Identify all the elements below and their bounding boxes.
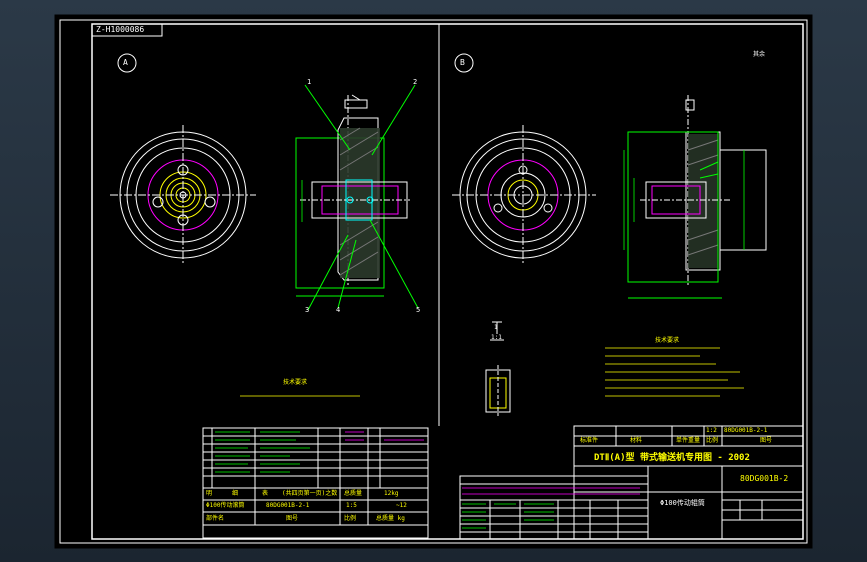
view-a-label: A: [123, 58, 128, 67]
tech-req-b-title: 技术要求: [655, 337, 680, 344]
drawing-number: 80DG001B-2: [740, 474, 789, 483]
callout-4: 4: [336, 306, 341, 314]
row-label-2: 单件重量: [676, 437, 701, 444]
row-label-4: 图号: [760, 437, 773, 444]
drawing-code-label: Z-H1000086: [96, 25, 145, 34]
roughness-note: 其余: [753, 51, 766, 58]
lt-header-0: 明: [206, 490, 213, 497]
code-cell: 80DG001B-2-1: [724, 427, 768, 434]
callout-1: 1: [307, 78, 312, 86]
row-label-3: 比例: [706, 437, 719, 444]
lt-header-4: 总质量: [344, 490, 363, 497]
lt-header-2: 表: [262, 490, 269, 497]
product-title: DTⅡ(A)型 带式输送机专用图 - 2002: [594, 453, 750, 463]
section-num: 1: [494, 324, 498, 331]
tech-note-a: 技术要求: [283, 379, 308, 386]
lt-footer-1: 图号: [286, 515, 299, 522]
lt-code: 80DG001B-2-1: [266, 502, 310, 509]
lt-header-5: 12kg: [384, 490, 399, 497]
part-name: Φ100传动辊筒: [660, 499, 705, 507]
scale-cell: 1:2: [706, 427, 717, 434]
lt-footer-3: 总质量 kg: [376, 515, 405, 522]
cad-viewport[interactable]: Z-H1000086 A B 1 2 3 4 5 1 1:1 其余 技术要求 技…: [0, 0, 867, 562]
view-b-label: B: [460, 58, 465, 67]
lt-header-1: 细: [232, 490, 239, 497]
section-scale: 1:1: [491, 334, 502, 341]
row-label-0: 标准件: [580, 437, 599, 444]
callout-3: 3: [305, 306, 310, 314]
callout-2: 2: [413, 78, 418, 86]
lt-name: Φ100传动滚筒: [206, 502, 245, 509]
row-label-1: 材料: [630, 437, 643, 444]
drawing-canvas: [54, 14, 813, 549]
lt-scale: 1:5: [346, 502, 357, 509]
lt-footer-0: 部件名: [206, 515, 225, 522]
lt-header-3: (共四页第一页)之数: [282, 490, 338, 497]
callout-5: 5: [416, 306, 421, 314]
lt-weight: ~12: [396, 502, 407, 509]
lt-footer-2: 比例: [344, 515, 357, 522]
